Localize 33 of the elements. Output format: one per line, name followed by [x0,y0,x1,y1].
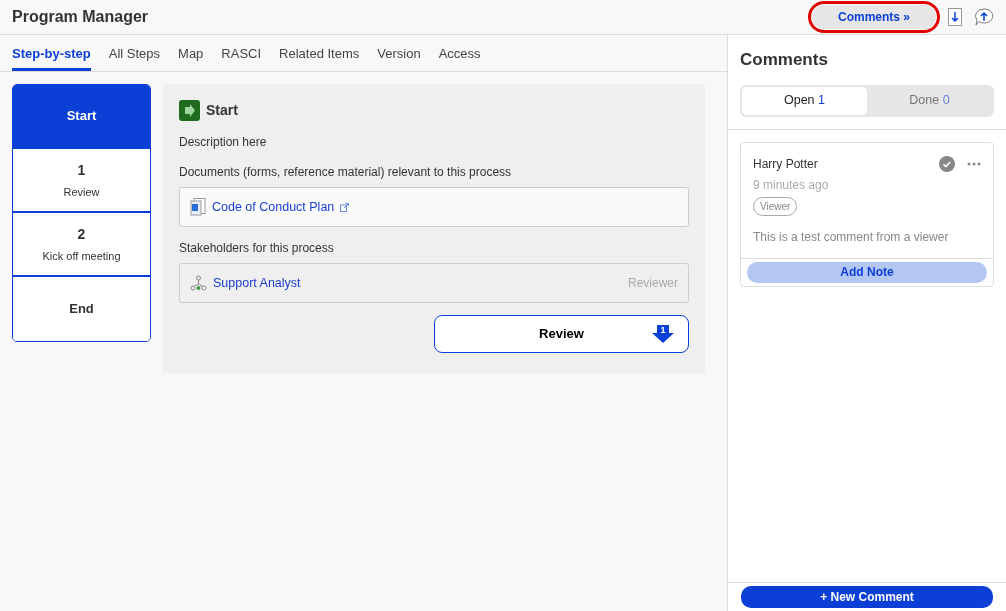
check-circle-icon[interactable] [939,155,955,172]
step-title: Start [206,101,238,120]
stakeholder-link[interactable]: Support Analyst [213,273,301,293]
add-note-button[interactable]: Add Note [747,261,987,283]
tab[interactable]: Map [178,35,204,71]
upload-bubble-icon[interactable] [974,7,994,27]
filter-tab[interactable]: Done 0 [867,86,992,115]
section-label: Documents (forms, reference material) relevant to this process [179,164,513,181]
document-link[interactable]: Code of Conduct Plan [212,197,335,217]
page-title: Program Manager [12,7,149,27]
document-icon [190,198,206,216]
tab[interactable]: Step-by-step [12,35,91,71]
comment-text: This is a test comment from a viewer [753,228,950,246]
tab[interactable]: Related Items [279,35,360,71]
tab[interactable]: All Steps [108,35,161,71]
comment-time: 9 minutes ago [753,176,830,194]
filter-tab[interactable]: Open 1 [742,86,867,115]
role-text: Reviewer [628,275,678,292]
description-text: Description here [179,134,268,151]
panel-title: Comments [740,49,829,71]
step-badge-icon: 1 [652,325,674,343]
next-step-button[interactable]: Review 1 [434,315,689,353]
author-name: Harry Potter [753,155,818,173]
tab[interactable]: Access [438,35,481,71]
tab[interactable]: RASCI [221,35,262,71]
org-chart-icon [190,275,207,291]
new-comment-button[interactable]: + New Comment [741,586,993,608]
download-icon[interactable] [948,7,962,27]
external-link-icon [340,202,350,212]
tab[interactable]: Version [377,35,421,71]
more-options-icon[interactable] [967,161,981,166]
step-item[interactable]: Start [13,85,150,149]
section-label: Stakeholders for this process [179,240,335,257]
